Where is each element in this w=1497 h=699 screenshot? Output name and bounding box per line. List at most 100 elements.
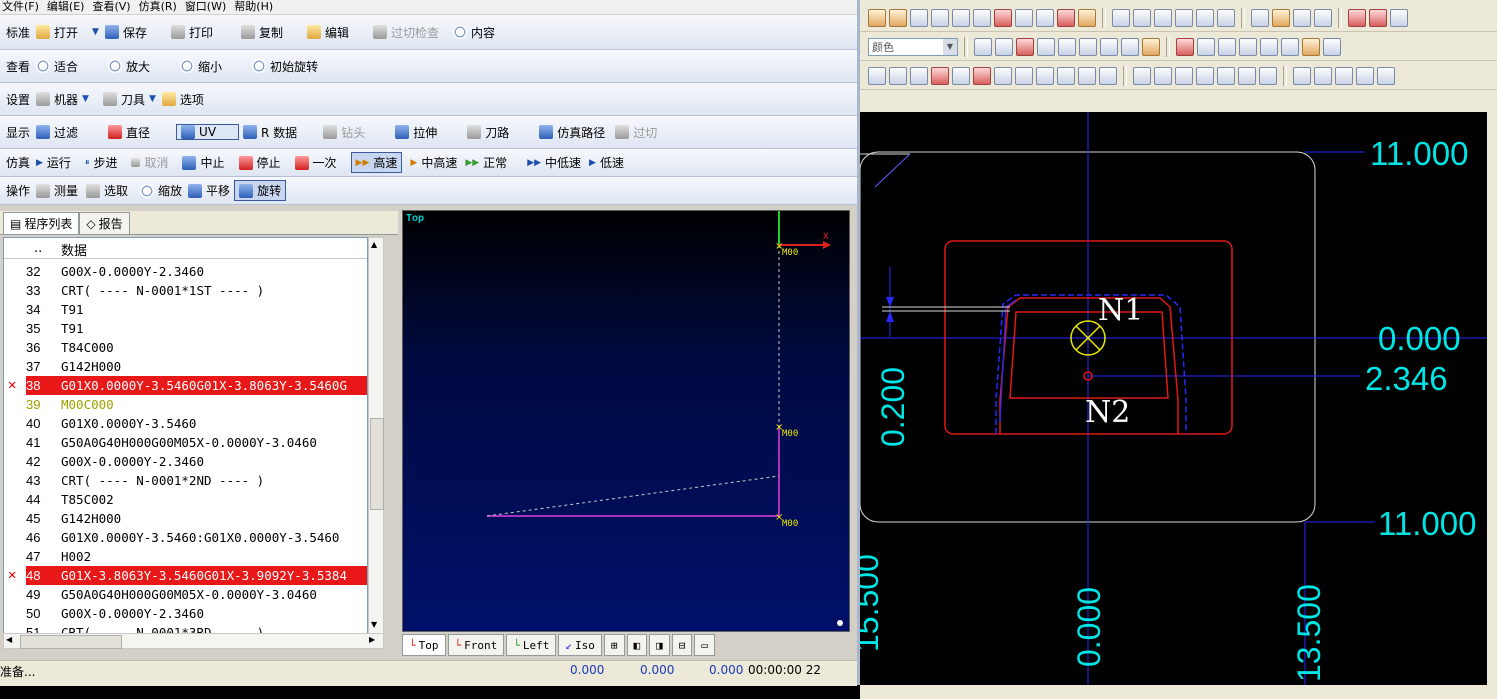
cad-tool-icon[interactable] <box>1293 8 1311 27</box>
cad-tool-icon[interactable] <box>1272 8 1290 27</box>
cad-tool-icon[interactable] <box>1281 37 1299 56</box>
list-item[interactable]: 36 T84C000 <box>4 338 367 357</box>
list-vertical-scrollbar[interactable]: ▲ ▼ <box>368 237 384 635</box>
cad-tool-icon[interactable] <box>931 66 949 85</box>
zoom-out-button[interactable]: 缩小 <box>180 58 222 75</box>
cad-tool-icon[interactable] <box>1100 37 1118 56</box>
step-button[interactable]: ⏸ 步进 <box>85 154 118 171</box>
edit-button[interactable]: 编辑 <box>306 24 349 41</box>
cad-tool-icon[interactable] <box>994 66 1012 85</box>
overcut-check-button[interactable]: 过切检查 <box>373 24 439 41</box>
fit-button[interactable]: 适合 <box>36 58 78 75</box>
cad-tool-icon[interactable] <box>1036 8 1054 27</box>
abort-button[interactable]: 中止 <box>182 154 225 171</box>
cad-tool-icon[interactable] <box>868 8 886 27</box>
cad-tool-icon[interactable] <box>1142 37 1160 56</box>
list-item[interactable]: 35 T91 <box>4 319 367 338</box>
cad-tool-icon[interactable] <box>1099 66 1117 85</box>
scroll-right-icon[interactable]: ▶ <box>369 635 375 644</box>
cad-tool-icon[interactable] <box>1348 8 1366 27</box>
scroll-left-icon[interactable]: ◀ <box>6 635 12 644</box>
cad-tool-icon[interactable] <box>910 66 928 85</box>
menu-view[interactable]: 查看(V) <box>92 0 130 14</box>
filter-button[interactable]: 过滤 <box>36 124 78 141</box>
color-combo[interactable]: 颜色 ▼ <box>868 37 958 56</box>
toolpath-button[interactable]: 刀路 <box>467 124 509 141</box>
layout-left-button[interactable]: ◧ <box>626 634 648 656</box>
list-header-col-data[interactable]: 数据 <box>61 240 87 259</box>
cad-tool-icon[interactable] <box>1015 8 1033 27</box>
cad-tool-icon[interactable] <box>1369 8 1387 27</box>
layout-right-button[interactable]: ◨ <box>649 634 670 656</box>
speed-normal-button[interactable]: ▶▶ 正常 <box>465 154 507 171</box>
list-item[interactable]: 32 G00X-0.0000Y-2.3460 <box>4 262 367 281</box>
cad-tool-icon[interactable] <box>1078 8 1096 27</box>
cad-vertical-scrollbar[interactable] <box>1487 112 1497 693</box>
cad-tool-icon[interactable] <box>1133 66 1151 85</box>
menu-edit[interactable]: 编辑(E) <box>47 0 85 14</box>
scroll-down-icon[interactable]: ▼ <box>371 620 377 629</box>
list-item[interactable]: 43 CRT( ---- N-0001*2ND ---- ) <box>4 471 367 490</box>
tab-view-iso[interactable]: ↙ Iso <box>558 634 602 656</box>
cad-tool-icon[interactable] <box>1196 66 1214 85</box>
program-list[interactable]: .. 数据 32 G00X-0.0000Y-2.3460 33 CRT( ---- N… <box>3 237 368 635</box>
list-item[interactable]: 39 M00C000 <box>4 395 367 414</box>
tab-view-left[interactable]: └ Left <box>506 634 557 656</box>
scroll-thumb[interactable] <box>370 418 384 510</box>
speed-mid-high-button[interactable]: ▶ 中高速 <box>410 154 457 171</box>
cad-tool-icon[interactable] <box>1390 8 1408 27</box>
list-item[interactable]: 45 G142H000 <box>4 509 367 528</box>
cad-tool-icon[interactable] <box>974 37 992 56</box>
cad-tool-icon[interactable] <box>973 8 991 27</box>
measure-button[interactable]: 测量 <box>36 182 78 199</box>
select-button[interactable]: 选取 <box>86 182 128 199</box>
list-item[interactable]: 37 G142H000 <box>4 357 367 376</box>
cad-tool-icon[interactable] <box>1238 66 1256 85</box>
cad-tool-icon[interactable] <box>1293 66 1311 85</box>
pan-button[interactable]: 平移 <box>188 182 230 199</box>
cad-tool-icon[interactable] <box>1217 8 1235 27</box>
cad-tool-icon[interactable] <box>1121 37 1139 56</box>
cad-tool-icon[interactable] <box>1078 66 1096 85</box>
chevron-down-icon[interactable]: ▼ <box>943 38 957 55</box>
stop-button[interactable]: 停止 <box>238 154 281 171</box>
cad-tool-icon[interactable] <box>1377 66 1395 85</box>
layout-bottom-button[interactable]: ▭ <box>694 634 715 656</box>
cad-tool-icon[interactable] <box>1175 8 1193 27</box>
list-header-col-index[interactable]: .. <box>34 241 42 256</box>
cad-tool-icon[interactable] <box>1176 37 1194 56</box>
once-button[interactable]: 一次 <box>294 154 337 171</box>
cad-tool-icon[interactable] <box>1154 66 1172 85</box>
zoom-in-button[interactable]: 放大 <box>108 58 150 75</box>
list-item[interactable]: ✕ 38 G01X0.0000Y-3.5460G01X-3.8063Y-3.5460… <box>4 376 367 395</box>
menu-file[interactable]: 文件(F) <box>2 0 39 14</box>
tab-program-list[interactable]: ▤ 程序列表 <box>3 212 80 234</box>
list-item[interactable]: 34 T91 <box>4 300 367 319</box>
help-contents-button[interactable]: 内容 <box>453 24 495 41</box>
initial-rotation-button[interactable]: 初始旋转 <box>252 58 318 75</box>
overcut-button[interactable]: 过切 <box>615 124 657 141</box>
cad-tool-icon[interactable] <box>889 66 907 85</box>
scroll-thumb[interactable] <box>20 635 122 649</box>
cad-tool-icon[interactable] <box>1239 37 1257 56</box>
tab-view-top[interactable]: └ Top <box>402 634 446 656</box>
cad-tool-icon[interactable] <box>1323 37 1341 56</box>
cad-tool-icon[interactable] <box>1218 37 1236 56</box>
cad-tool-icon[interactable] <box>994 8 1012 27</box>
list-item[interactable]: 44 T85C002 <box>4 490 367 509</box>
copy-button[interactable]: 复制 <box>240 24 283 41</box>
tool-button[interactable]: 刀具 ▼ <box>102 91 156 108</box>
cad-tool-icon[interactable] <box>1133 8 1151 27</box>
drill-button[interactable]: 钻头 <box>323 124 365 141</box>
cad-tool-icon[interactable] <box>931 8 949 27</box>
list-item[interactable]: 40 G01X0.0000Y-3.5460 <box>4 414 367 433</box>
rotate-button[interactable]: 旋转 <box>234 180 287 201</box>
r-data-button[interactable]: R 数据 <box>243 124 297 141</box>
cad-tool-icon[interactable] <box>1251 8 1269 27</box>
extrude-button[interactable]: 拉伸 <box>395 124 437 141</box>
cad-tool-icon[interactable] <box>1036 66 1054 85</box>
list-item[interactable]: 50 G00X-0.0000Y-2.3460 <box>4 604 367 623</box>
cad-tool-icon[interactable] <box>1079 37 1097 56</box>
cad-tool-icon[interactable] <box>1057 8 1075 27</box>
cad-tool-icon[interactable] <box>1314 8 1332 27</box>
